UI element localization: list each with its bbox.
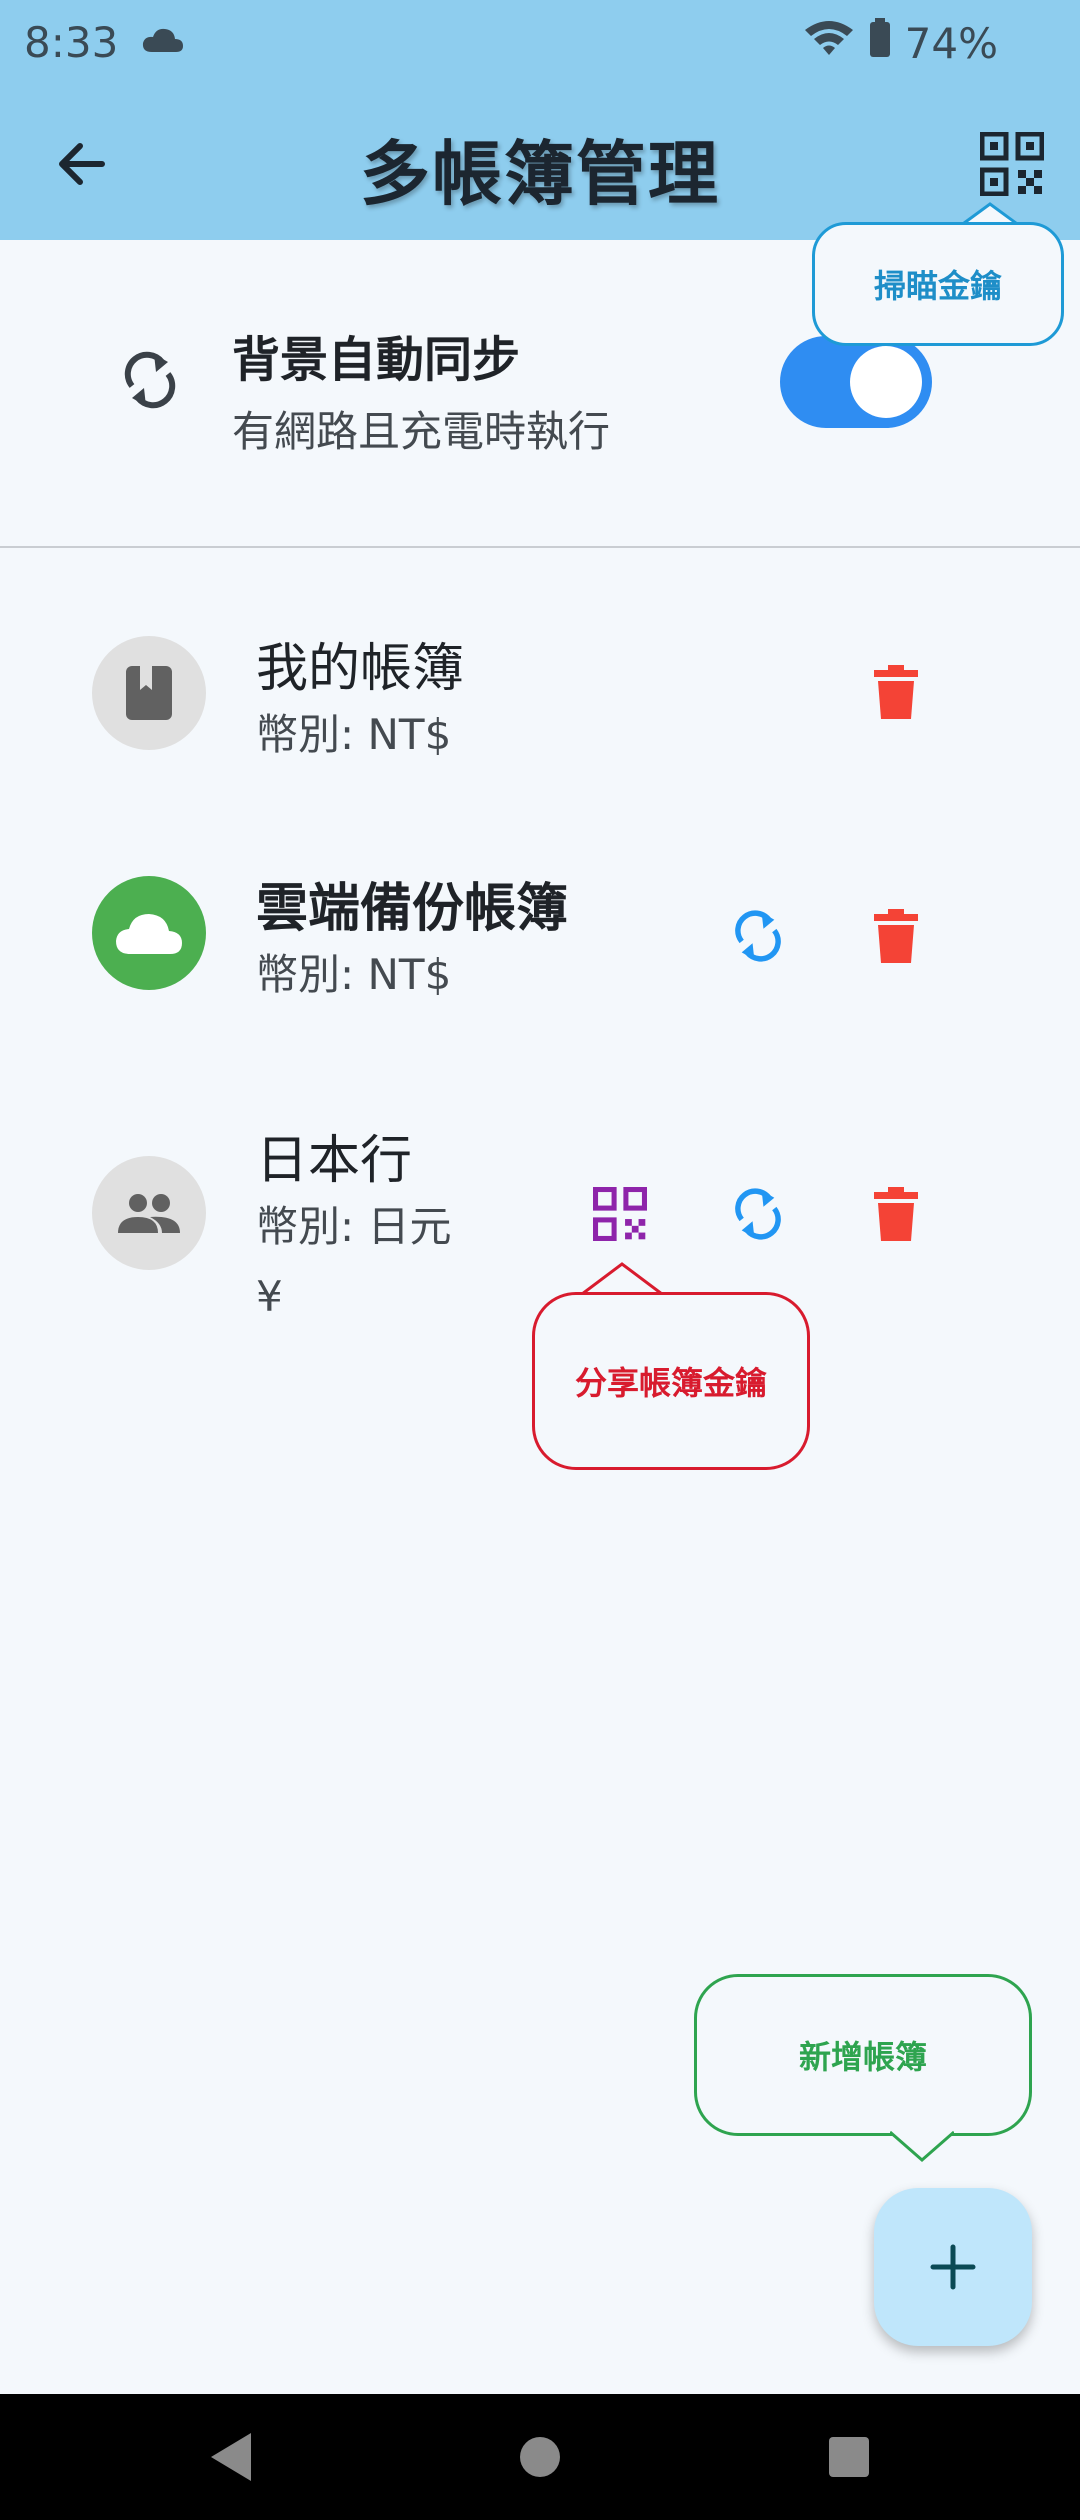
qr-scan-icon [980,132,1044,196]
cloud-icon [116,914,182,954]
wifi-icon [803,18,855,68]
page-title: 多帳簿管理 [360,133,720,215]
trash-icon [874,1187,918,1241]
group-icon [118,1194,180,1233]
trash-icon [874,909,918,963]
sync-book-button[interactable] [718,896,798,976]
circle-home-icon [520,2437,560,2477]
delete-book-button[interactable] [856,896,936,976]
delete-book-button[interactable] [856,1174,936,1254]
callout-share-tail [582,1262,662,1296]
nav-home-button[interactable] [507,2424,573,2490]
plus-icon [930,2244,976,2290]
status-right: 74% [803,18,998,68]
book-avatar [92,1156,206,1270]
scan-key-button[interactable] [972,124,1052,204]
book-icon [126,666,172,720]
divider [0,546,1080,548]
battery-icon [869,18,891,68]
book-item[interactable]: 我的帳簿 幣別: NT$ [0,600,1080,800]
sync-title: 背景自動同步 [232,332,521,388]
book-currency: 幣別: 日元 ¥ [256,1202,452,1321]
book-name: 我的帳簿 [256,639,465,699]
status-bar: 8:33 74% [0,0,1080,88]
sync-book-button[interactable] [718,1174,798,1254]
sync-icon [735,1188,781,1240]
qr-code-icon [593,1187,647,1241]
trash-icon [874,665,918,719]
nav-recents-button[interactable] [816,2424,882,2490]
toggle-knob [850,346,922,418]
sync-subtitle: 有網路且充電時執行 [232,407,611,456]
background-sync-toggle[interactable] [780,336,932,428]
square-recents-icon [829,2437,869,2477]
book-name: 雲端備份帳簿 [256,879,569,939]
app-bar: 多帳簿管理 [0,88,1080,240]
status-time: 8:33 [24,18,119,67]
system-nav-bar [0,2394,1080,2520]
sync-icon [735,910,781,962]
triangle-back-icon [211,2433,251,2481]
callout-add-tail [890,2130,954,2162]
cloud-status-icon [142,26,184,58]
add-book-button[interactable] [874,2188,1032,2346]
callout-scan-key: 掃瞄金鑰 [812,222,1064,346]
book-name: 日本行 [256,1131,413,1191]
battery-percent: 74% [904,18,998,68]
book-item[interactable]: 雲端備份帳簿 幣別: NT$ [0,840,1080,1040]
book-avatar [92,876,206,990]
book-currency: 幣別: NT$ [256,710,452,759]
share-book-key-button[interactable] [580,1174,660,1254]
nav-back-button[interactable] [198,2424,264,2490]
callout-share-key: 分享帳簿金鑰 [532,1292,810,1470]
sync-icon [118,348,182,416]
callout-add-book: 新增帳簿 [694,1974,1032,2136]
book-avatar [92,636,206,750]
delete-book-button[interactable] [856,652,936,732]
book-currency: 幣別: NT$ [256,950,452,999]
